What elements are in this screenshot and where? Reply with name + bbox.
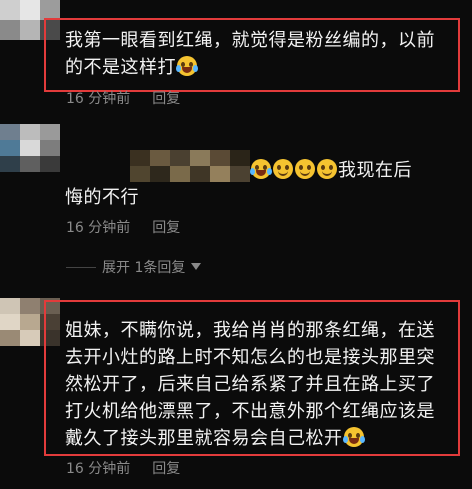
laugh-cry-emoji-icon <box>176 56 198 76</box>
comment-line: 去开小灶的路上时不知怎么的也是接头那里突 <box>65 347 435 368</box>
comment-meta: 16 分钟前 回复 <box>66 88 180 108</box>
comment-line: 姐妹，不瞒你说，我给肖肖的那条红绳，在送 <box>65 320 435 341</box>
divider <box>66 266 96 268</box>
comment-line-text: 戴久了接头那里就容易会自己松开 <box>65 428 343 449</box>
expand-replies-button[interactable]: 展开 1条回复 <box>66 257 202 277</box>
smile-emoji-icon <box>273 159 293 179</box>
smile-emoji-icon <box>295 159 315 179</box>
comment-text: 姐妹，不瞒你说，我给肖肖的那条红绳，在送 去开小灶的路上时不知怎么的也是接头那里… <box>65 317 455 452</box>
reply-button[interactable]: 回复 <box>152 458 180 478</box>
laugh-cry-emoji-icon <box>342 427 365 447</box>
reply-button[interactable]: 回复 <box>152 217 180 237</box>
chevron-down-icon <box>191 263 202 270</box>
comment-time: 16 分钟前 <box>66 91 131 107</box>
reply-button[interactable]: 回复 <box>152 88 180 108</box>
avatar[interactable] <box>0 124 60 172</box>
comment-text: 我现在后 <box>250 157 465 184</box>
comment-line: 打火机给他漂黑了，不出意外那个红绳应该是 <box>65 401 435 422</box>
comment-line-text: 我现在后 <box>338 160 412 181</box>
redacted-region <box>130 150 250 182</box>
comment-meta: 16 分钟前 回复 <box>66 458 180 478</box>
comment-line: 我第一眼看到红绳，就觉得是粉丝编的，以前 <box>65 30 435 51</box>
comment-text: 我第一眼看到红绳，就觉得是粉丝编的，以前 的不是这样打 <box>65 27 455 81</box>
comment-line: 然松开了，后来自己给系紧了并且在路上买了 <box>65 374 435 395</box>
comment-time: 16 分钟前 <box>66 461 131 477</box>
comment-line-text: 的不是这样打 <box>65 57 176 78</box>
laugh-cry-emoji-icon <box>250 159 272 179</box>
comment-line: 的不是这样打 <box>65 54 455 81</box>
comment-line: 戴久了接头那里就容易会自己松开 <box>65 425 455 452</box>
smile-emoji-icon <box>317 159 337 179</box>
comment-line: 悔的不行 <box>65 187 139 208</box>
expand-replies-label: 展开 1条回复 <box>102 260 186 276</box>
comment-time: 16 分钟前 <box>66 220 131 236</box>
comment-meta: 16 分钟前 回复 <box>66 217 180 237</box>
